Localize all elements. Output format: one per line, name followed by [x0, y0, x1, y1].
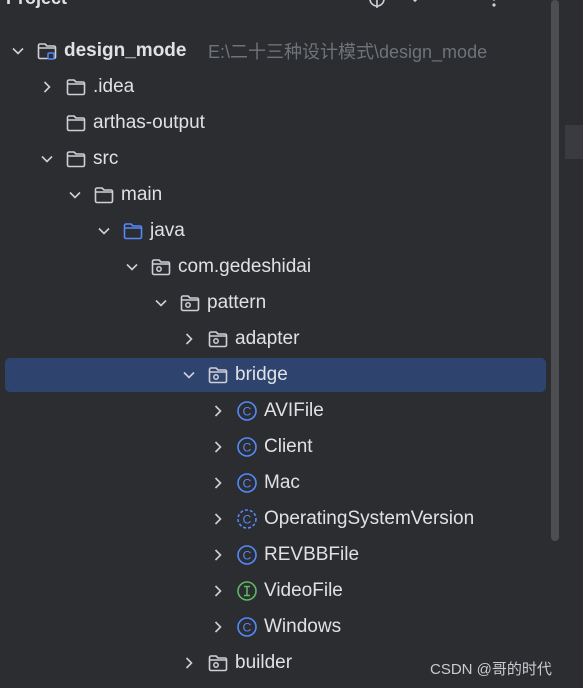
package-icon — [179, 292, 201, 314]
tree-row[interactable]: main — [0, 177, 548, 213]
chevron-down-icon[interactable] — [154, 296, 168, 310]
chevron-right-icon[interactable] — [211, 512, 225, 526]
class-icon: C — [236, 544, 258, 566]
chevron-down-icon[interactable] — [40, 152, 54, 166]
chevron-right-icon[interactable] — [211, 476, 225, 490]
target-icon[interactable] — [368, 0, 386, 8]
tree-item-label: pattern — [207, 292, 267, 313]
tree-item-label: adapter — [235, 328, 300, 349]
tree-row[interactable]: design_mode E:\二十三种设计模式\design_mode — [0, 33, 548, 69]
tree-item-label: Client — [264, 436, 313, 457]
tree-row[interactable]: arthas-output — [0, 105, 548, 141]
tree-row[interactable]: java — [0, 213, 548, 249]
svg-text:C: C — [243, 513, 252, 527]
project-tree: design_mode E:\二十三种设计模式\design_mode .idea a… — [0, 33, 548, 681]
tree-item-label: AVIFile — [264, 400, 324, 421]
svg-text:C: C — [243, 549, 252, 563]
vertical-scrollbar-thumb[interactable] — [551, 0, 559, 541]
tree-item-label: bridge — [235, 364, 288, 385]
project-tool-window-header: Project — [0, 0, 583, 12]
package-icon — [150, 256, 172, 278]
folder-icon — [93, 184, 115, 206]
chevron-right-icon[interactable] — [211, 404, 225, 418]
tree-item-label: builder — [235, 652, 293, 673]
svg-text:C: C — [243, 621, 252, 635]
watermark: CSDN @哥的时代 — [430, 661, 552, 678]
tree-row[interactable]: C OperatingSystemVersion — [0, 501, 548, 537]
module-folder-icon — [36, 40, 58, 62]
module-path: E:\二十三种设计模式\design_mode — [208, 42, 488, 62]
tree-item-label: Mac — [264, 472, 300, 493]
package-icon — [207, 364, 229, 386]
chevron-right-icon[interactable] — [211, 620, 225, 634]
tree-item-label: main — [121, 184, 163, 205]
chevron-right-icon[interactable] — [40, 80, 54, 94]
class-icon: C — [236, 616, 258, 638]
tree-item-label: REVBBFile — [264, 544, 360, 565]
tree-item-label: VideoFile — [264, 580, 343, 601]
svg-text:C: C — [243, 405, 252, 419]
chevron-down-icon[interactable] — [11, 44, 25, 58]
tree-item-label: java — [150, 220, 185, 241]
class-icon: C — [236, 472, 258, 494]
interface-icon — [236, 580, 258, 602]
tree-row[interactable]: .idea — [0, 69, 548, 105]
more-icon[interactable] — [485, 0, 503, 8]
tree-item-label: src — [93, 148, 119, 169]
tool-window-title: Project — [6, 0, 67, 9]
tree-row[interactable]: pattern — [0, 285, 548, 321]
package-icon — [207, 652, 229, 674]
right-gutter — [565, 0, 583, 688]
chevron-down-icon[interactable] — [68, 188, 82, 202]
package-icon — [207, 328, 229, 350]
chevron-right-icon[interactable] — [211, 584, 225, 598]
tree-item-label: com.gedeshidai — [178, 256, 312, 277]
tree-row[interactable]: C Mac — [0, 465, 548, 501]
tree-row[interactable]: VideoFile — [0, 573, 548, 609]
chevron-right-icon[interactable] — [182, 332, 196, 346]
class-icon: C — [236, 436, 258, 458]
abstract-class-icon: C — [236, 508, 258, 530]
svg-text:C: C — [243, 441, 252, 455]
tree-row[interactable]: C AVIFile — [0, 393, 548, 429]
svg-text:C: C — [243, 477, 252, 491]
gutter-marker — [565, 125, 583, 159]
tree-item-label: Windows — [264, 616, 342, 637]
tree-row[interactable]: com.gedeshidai — [0, 249, 548, 285]
tree-row[interactable]: adapter — [0, 321, 548, 357]
tree-row[interactable]: C REVBBFile — [0, 537, 548, 573]
folder-icon — [65, 76, 87, 98]
source-folder-icon — [122, 220, 144, 242]
chevron-right-icon[interactable] — [182, 656, 196, 670]
tree-row[interactable]: C Client — [0, 429, 548, 465]
folder-icon — [65, 112, 87, 134]
tree-item-label: arthas-output — [93, 112, 205, 133]
tree-item-label: design_mode — [64, 40, 187, 61]
chevron-right-icon[interactable] — [211, 548, 225, 562]
folder-icon — [65, 148, 87, 170]
chevron-down-icon[interactable] — [97, 224, 111, 238]
class-icon: C — [236, 400, 258, 422]
chevron-down-icon[interactable] — [182, 368, 196, 382]
chevron-down-icon[interactable] — [125, 260, 139, 274]
tree-row[interactable]: bridge — [0, 357, 548, 393]
chevron-right-icon[interactable] — [211, 440, 225, 454]
tree-row[interactable]: src — [0, 141, 548, 177]
tree-row[interactable]: C Windows — [0, 609, 548, 645]
tree-item-label: OperatingSystemVersion — [264, 508, 475, 529]
tree-item-label: .idea — [93, 76, 135, 97]
chevron-down-icon[interactable] — [406, 0, 424, 8]
